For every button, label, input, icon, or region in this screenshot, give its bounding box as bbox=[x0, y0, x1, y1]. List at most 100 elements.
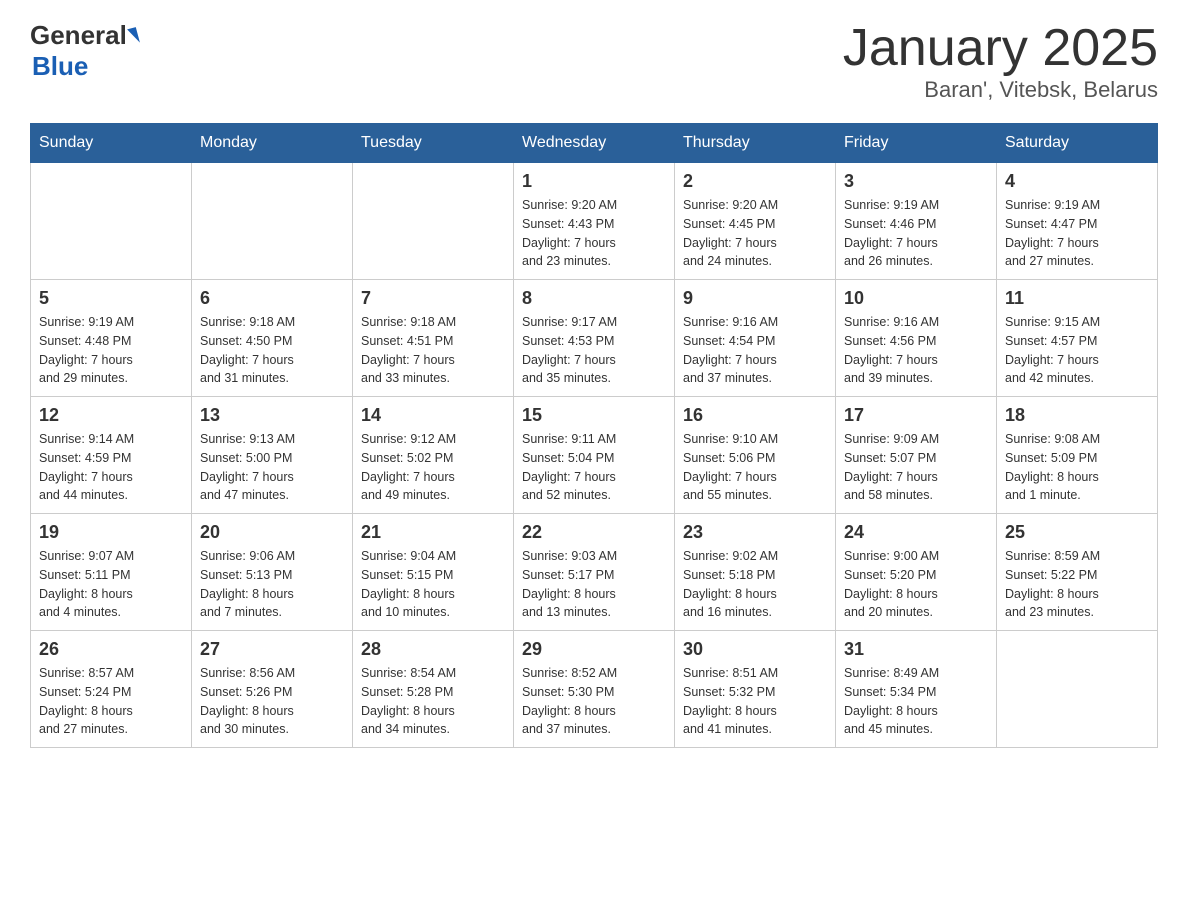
week-row-1: 1Sunrise: 9:20 AM Sunset: 4:43 PM Daylig… bbox=[31, 163, 1158, 280]
day-number: 16 bbox=[683, 405, 827, 426]
day-info: Sunrise: 9:18 AM Sunset: 4:51 PM Dayligh… bbox=[361, 313, 505, 388]
column-header-wednesday: Wednesday bbox=[514, 124, 675, 163]
week-row-4: 19Sunrise: 9:07 AM Sunset: 5:11 PM Dayli… bbox=[31, 514, 1158, 631]
day-number: 1 bbox=[522, 171, 666, 192]
day-number: 9 bbox=[683, 288, 827, 309]
day-number: 22 bbox=[522, 522, 666, 543]
day-info: Sunrise: 9:03 AM Sunset: 5:17 PM Dayligh… bbox=[522, 547, 666, 622]
day-number: 23 bbox=[683, 522, 827, 543]
day-info: Sunrise: 9:06 AM Sunset: 5:13 PM Dayligh… bbox=[200, 547, 344, 622]
calendar-subtitle: Baran', Vitebsk, Belarus bbox=[843, 77, 1158, 103]
day-number: 29 bbox=[522, 639, 666, 660]
day-info: Sunrise: 9:19 AM Sunset: 4:48 PM Dayligh… bbox=[39, 313, 183, 388]
logo-blue-text: Blue bbox=[32, 51, 88, 81]
calendar-title: January 2025 bbox=[843, 20, 1158, 77]
week-row-2: 5Sunrise: 9:19 AM Sunset: 4:48 PM Daylig… bbox=[31, 280, 1158, 397]
day-number: 20 bbox=[200, 522, 344, 543]
day-info: Sunrise: 8:49 AM Sunset: 5:34 PM Dayligh… bbox=[844, 664, 988, 739]
day-info: Sunrise: 9:11 AM Sunset: 5:04 PM Dayligh… bbox=[522, 430, 666, 505]
empty-cell bbox=[997, 631, 1158, 748]
day-cell-28: 28 Sunrise: 8:54 AM Sunset: 5:28 PM Dayli… bbox=[353, 631, 514, 748]
day-cell-14: 14 Sunrise: 9:12 AM Sunset: 5:02 PM Dayli… bbox=[353, 397, 514, 514]
day-info: Sunrise: 8:54 AM Sunset: 5:28 PM Dayligh… bbox=[361, 664, 505, 739]
column-header-thursday: Thursday bbox=[675, 124, 836, 163]
day-cell-7: 7 Sunrise: 9:18 AM Sunset: 4:51 PM Daylig… bbox=[353, 280, 514, 397]
day-info: Sunrise: 9:10 AM Sunset: 5:06 PM Dayligh… bbox=[683, 430, 827, 505]
day-info: Sunrise: 9:04 AM Sunset: 5:15 PM Dayligh… bbox=[361, 547, 505, 622]
day-info: Sunrise: 9:16 AM Sunset: 4:54 PM Dayligh… bbox=[683, 313, 827, 388]
logo-general-text: General bbox=[30, 20, 127, 51]
day-cell-17: 17 Sunrise: 9:09 AM Sunset: 5:07 PM Dayli… bbox=[836, 397, 997, 514]
day-cell-8: 8 Sunrise: 9:17 AM Sunset: 4:53 PM Daylig… bbox=[514, 280, 675, 397]
day-cell-26: 26 Sunrise: 8:57 AM Sunset: 5:24 PM Dayli… bbox=[31, 631, 192, 748]
day-number: 6 bbox=[200, 288, 344, 309]
empty-cell bbox=[353, 163, 514, 280]
day-info: Sunrise: 9:14 AM Sunset: 4:59 PM Dayligh… bbox=[39, 430, 183, 505]
day-cell-18: 18 Sunrise: 9:08 AM Sunset: 5:09 PM Dayli… bbox=[997, 397, 1158, 514]
day-number: 8 bbox=[522, 288, 666, 309]
day-cell-5: 5Sunrise: 9:19 AM Sunset: 4:48 PM Daylig… bbox=[31, 280, 192, 397]
day-number: 12 bbox=[39, 405, 183, 426]
day-number: 10 bbox=[844, 288, 988, 309]
day-number: 11 bbox=[1005, 288, 1149, 309]
day-info: Sunrise: 9:19 AM Sunset: 4:46 PM Dayligh… bbox=[844, 196, 988, 271]
day-info: Sunrise: 9:12 AM Sunset: 5:02 PM Dayligh… bbox=[361, 430, 505, 505]
day-cell-1: 1Sunrise: 9:20 AM Sunset: 4:43 PM Daylig… bbox=[514, 163, 675, 280]
day-info: Sunrise: 9:16 AM Sunset: 4:56 PM Dayligh… bbox=[844, 313, 988, 388]
column-header-monday: Monday bbox=[192, 124, 353, 163]
day-number: 3 bbox=[844, 171, 988, 192]
day-cell-9: 9 Sunrise: 9:16 AM Sunset: 4:54 PM Daylig… bbox=[675, 280, 836, 397]
column-header-tuesday: Tuesday bbox=[353, 124, 514, 163]
day-info: Sunrise: 9:09 AM Sunset: 5:07 PM Dayligh… bbox=[844, 430, 988, 505]
day-info: Sunrise: 9:18 AM Sunset: 4:50 PM Dayligh… bbox=[200, 313, 344, 388]
week-row-3: 12 Sunrise: 9:14 AM Sunset: 4:59 PM Dayli… bbox=[31, 397, 1158, 514]
day-number: 14 bbox=[361, 405, 505, 426]
title-block: January 2025 Baran', Vitebsk, Belarus bbox=[843, 20, 1158, 103]
day-number: 25 bbox=[1005, 522, 1149, 543]
day-number: 17 bbox=[844, 405, 988, 426]
day-cell-6: 6 Sunrise: 9:18 AM Sunset: 4:50 PM Daylig… bbox=[192, 280, 353, 397]
day-number: 21 bbox=[361, 522, 505, 543]
column-header-sunday: Sunday bbox=[31, 124, 192, 163]
day-number: 15 bbox=[522, 405, 666, 426]
day-cell-12: 12 Sunrise: 9:14 AM Sunset: 4:59 PM Dayli… bbox=[31, 397, 192, 514]
day-number: 24 bbox=[844, 522, 988, 543]
day-info: Sunrise: 9:08 AM Sunset: 5:09 PM Dayligh… bbox=[1005, 430, 1149, 505]
calendar-table: SundayMondayTuesdayWednesdayThursdayFrid… bbox=[30, 123, 1158, 748]
day-cell-19: 19Sunrise: 9:07 AM Sunset: 5:11 PM Dayli… bbox=[31, 514, 192, 631]
empty-cell bbox=[192, 163, 353, 280]
day-info: Sunrise: 8:56 AM Sunset: 5:26 PM Dayligh… bbox=[200, 664, 344, 739]
day-cell-23: 23 Sunrise: 9:02 AM Sunset: 5:18 PM Dayli… bbox=[675, 514, 836, 631]
day-cell-15: 15 Sunrise: 9:11 AM Sunset: 5:04 PM Dayli… bbox=[514, 397, 675, 514]
day-number: 2 bbox=[683, 171, 827, 192]
day-info: Sunrise: 9:19 AM Sunset: 4:47 PM Dayligh… bbox=[1005, 196, 1149, 271]
column-header-friday: Friday bbox=[836, 124, 997, 163]
logo: General Blue bbox=[30, 20, 138, 82]
day-number: 18 bbox=[1005, 405, 1149, 426]
day-number: 26 bbox=[39, 639, 183, 660]
day-cell-25: 25Sunrise: 8:59 AM Sunset: 5:22 PM Dayli… bbox=[997, 514, 1158, 631]
day-number: 7 bbox=[361, 288, 505, 309]
day-cell-13: 13Sunrise: 9:13 AM Sunset: 5:00 PM Dayli… bbox=[192, 397, 353, 514]
day-cell-27: 27 Sunrise: 8:56 AM Sunset: 5:26 PM Dayli… bbox=[192, 631, 353, 748]
day-cell-3: 3 Sunrise: 9:19 AM Sunset: 4:46 PM Daylig… bbox=[836, 163, 997, 280]
day-number: 19 bbox=[39, 522, 183, 543]
day-number: 28 bbox=[361, 639, 505, 660]
column-header-saturday: Saturday bbox=[997, 124, 1158, 163]
logo-triangle-icon bbox=[127, 27, 140, 45]
day-cell-24: 24Sunrise: 9:00 AM Sunset: 5:20 PM Dayli… bbox=[836, 514, 997, 631]
day-cell-20: 20 Sunrise: 9:06 AM Sunset: 5:13 PM Dayli… bbox=[192, 514, 353, 631]
empty-cell bbox=[31, 163, 192, 280]
day-number: 4 bbox=[1005, 171, 1149, 192]
day-info: Sunrise: 9:17 AM Sunset: 4:53 PM Dayligh… bbox=[522, 313, 666, 388]
day-info: Sunrise: 8:51 AM Sunset: 5:32 PM Dayligh… bbox=[683, 664, 827, 739]
day-info: Sunrise: 9:20 AM Sunset: 4:45 PM Dayligh… bbox=[683, 196, 827, 271]
day-cell-16: 16 Sunrise: 9:10 AM Sunset: 5:06 PM Dayli… bbox=[675, 397, 836, 514]
day-info: Sunrise: 9:02 AM Sunset: 5:18 PM Dayligh… bbox=[683, 547, 827, 622]
day-number: 30 bbox=[683, 639, 827, 660]
day-info: Sunrise: 8:57 AM Sunset: 5:24 PM Dayligh… bbox=[39, 664, 183, 739]
day-cell-2: 2 Sunrise: 9:20 AM Sunset: 4:45 PM Daylig… bbox=[675, 163, 836, 280]
day-info: Sunrise: 9:15 AM Sunset: 4:57 PM Dayligh… bbox=[1005, 313, 1149, 388]
day-number: 27 bbox=[200, 639, 344, 660]
day-cell-22: 22 Sunrise: 9:03 AM Sunset: 5:17 PM Dayli… bbox=[514, 514, 675, 631]
